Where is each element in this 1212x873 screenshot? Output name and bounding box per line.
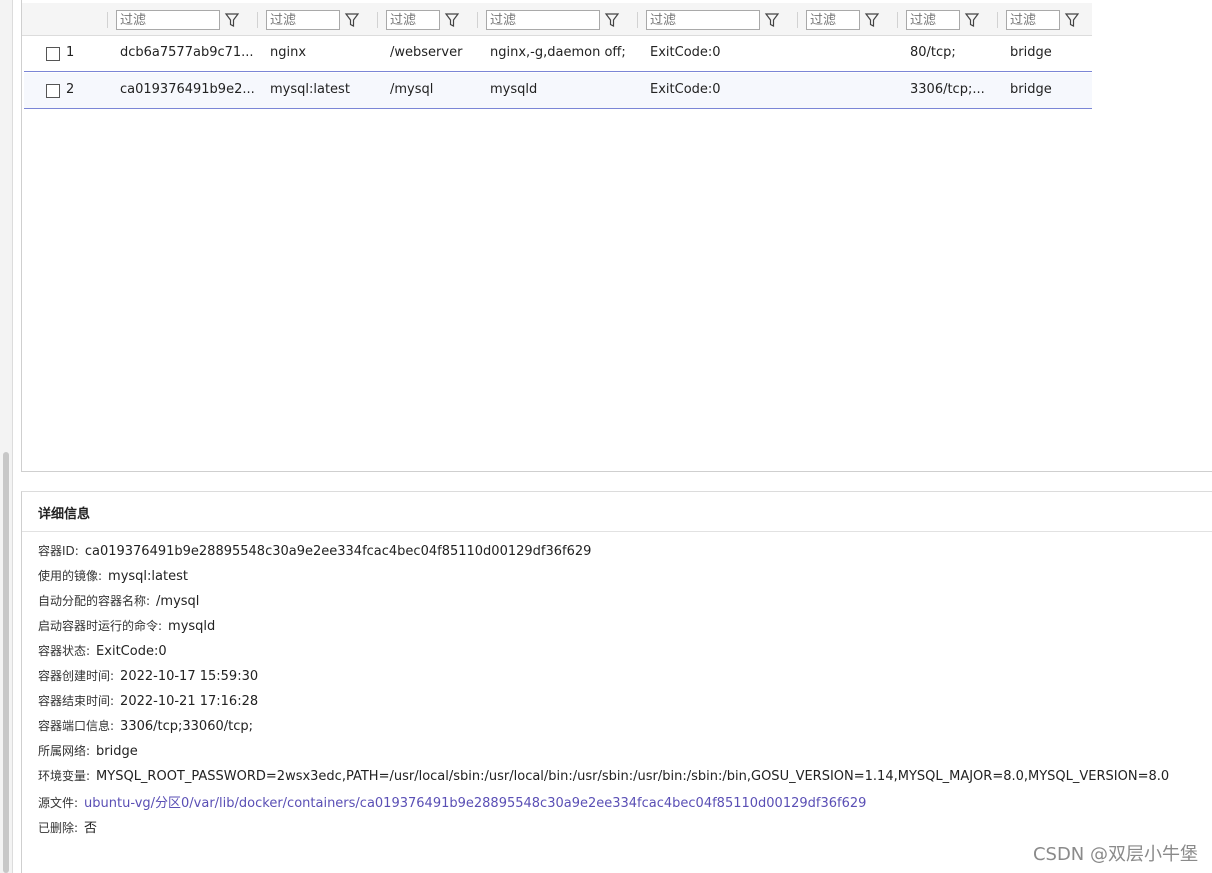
source-file-link[interactable]: ubuntu-vg/分区0/var/lib/docker/containers/…	[84, 796, 866, 811]
detail-value: MYSQL_ROOT_PASSWORD=2wsx3edc,PATH=/usr/l…	[96, 769, 1170, 784]
filter-funnel-icon[interactable]	[964, 12, 980, 28]
filter-funnel-icon[interactable]	[344, 12, 360, 28]
network-cell: bridge	[1010, 45, 1052, 60]
detail-label: 容器创建时间:	[38, 669, 115, 683]
filter-input-network[interactable]	[1006, 10, 1060, 30]
ports-cell: 3306/tcp;...	[910, 82, 985, 97]
column-separator	[377, 12, 378, 28]
filter-cell	[257, 10, 376, 30]
details-panel: 详细信息 容器ID: ca019376491b9e28895548c30a9e2e…	[21, 491, 1212, 873]
detail-row-name: 自动分配的容器名称: /mysql	[38, 592, 199, 609]
scrollbar-thumb[interactable]	[3, 452, 9, 873]
row-index: 1	[66, 45, 75, 60]
details-header: 详细信息	[22, 492, 1212, 532]
column-separator	[257, 12, 258, 28]
detail-label: 容器结束时间:	[38, 694, 115, 708]
row-checkbox[interactable]	[46, 84, 60, 98]
detail-row-ports: 容器端口信息: 3306/tcp;33060/tcp;	[38, 717, 253, 734]
command-cell: nginx,-g,daemon off;	[490, 45, 626, 60]
filter-cell	[997, 10, 1092, 30]
detail-row-image: 使用的镜像: mysql:latest	[38, 567, 188, 584]
filter-cell	[477, 10, 626, 30]
filter-input-name[interactable]	[386, 10, 440, 30]
detail-row-network: 所属网络: bridge	[38, 742, 138, 759]
details-title: 详细信息	[38, 507, 91, 522]
command-cell: mysqld	[490, 82, 538, 97]
table-row[interactable]: 2 ca019376491b9e2... mysql:latest /mysql…	[24, 73, 1092, 109]
filter-funnel-icon[interactable]	[604, 12, 620, 28]
detail-label: 环境变量:	[38, 769, 91, 783]
name-cell: /webserver	[390, 45, 463, 60]
detail-label: 容器状态:	[38, 644, 91, 658]
detail-row-deleted: 已删除: 否	[38, 817, 97, 836]
status-cell: ExitCode:0	[650, 82, 721, 97]
column-separator	[797, 12, 798, 28]
detail-value: 2022-10-21 17:16:28	[120, 694, 259, 709]
filter-input-column6[interactable]	[806, 10, 860, 30]
filter-funnel-icon[interactable]	[1064, 12, 1080, 28]
table-row[interactable]: 1 dcb6a7577ab9c71... nginx /webserver ng…	[24, 36, 1092, 72]
filter-cell	[797, 10, 896, 30]
filter-cell	[637, 10, 786, 30]
detail-row-finished: 容器结束时间: 2022-10-21 17:16:28	[38, 692, 258, 709]
image-cell: nginx	[270, 45, 307, 60]
detail-label: 自动分配的容器名称:	[38, 594, 151, 608]
detail-row-source: 源文件: ubuntu-vg/分区0/var/lib/docker/contain…	[38, 792, 866, 811]
detail-label: 所属网络:	[38, 744, 91, 758]
detail-value: 2022-10-17 15:59:30	[120, 669, 259, 684]
left-scrollbar[interactable]	[0, 0, 13, 873]
detail-value: bridge	[96, 744, 138, 759]
detail-row-container-id: 容器ID: ca019376491b9e28895548c30a9e2ee334f…	[38, 542, 591, 559]
container-id-cell: ca019376491b9e2...	[120, 82, 255, 97]
status-cell: ExitCode:0	[650, 45, 721, 60]
column-separator	[477, 12, 478, 28]
detail-value: mysqld	[168, 619, 216, 634]
image-cell: mysql:latest	[270, 82, 350, 97]
filter-cell	[897, 10, 996, 30]
row-checkbox[interactable]	[46, 47, 60, 61]
watermark: CSDN @双层小牛堡	[1032, 844, 1198, 865]
filter-input-ports[interactable]	[906, 10, 960, 30]
filter-funnel-icon[interactable]	[864, 12, 880, 28]
detail-row-command: 启动容器时运行的命令: mysqld	[38, 617, 215, 634]
column-separator	[997, 12, 998, 28]
detail-value: ca019376491b9e28895548c30a9e2ee334fcac4b…	[84, 544, 592, 559]
column-separator	[897, 12, 898, 28]
detail-value: 否	[84, 821, 98, 836]
network-cell: bridge	[1010, 82, 1052, 97]
detail-row-env: 环境变量: MYSQL_ROOT_PASSWORD=2wsx3edc,PATH=/…	[38, 767, 1212, 784]
name-cell: /mysql	[390, 82, 434, 97]
detail-value: ExitCode:0	[96, 644, 167, 659]
filter-funnel-icon[interactable]	[444, 12, 460, 28]
detail-label: 已删除:	[38, 821, 79, 835]
filter-funnel-icon[interactable]	[764, 12, 780, 28]
ports-cell: 80/tcp;	[910, 45, 956, 60]
detail-label: 容器端口信息:	[38, 719, 115, 733]
row-index: 2	[66, 82, 75, 97]
filter-cell	[107, 10, 241, 30]
column-separator	[637, 12, 638, 28]
filter-cell	[377, 10, 476, 30]
detail-value: 3306/tcp;33060/tcp;	[120, 719, 253, 734]
detail-value: /mysql	[156, 594, 200, 609]
detail-row-created: 容器创建时间: 2022-10-17 15:59:30	[38, 667, 258, 684]
filter-input-command[interactable]	[486, 10, 600, 30]
detail-row-status: 容器状态: ExitCode:0	[38, 642, 167, 659]
container-table: 1 dcb6a7577ab9c71... nginx /webserver ng…	[21, 0, 1212, 472]
filter-input-status[interactable]	[646, 10, 760, 30]
detail-label: 容器ID:	[38, 544, 79, 558]
filter-input-image[interactable]	[266, 10, 340, 30]
detail-label: 源文件:	[38, 796, 79, 810]
container-id-cell: dcb6a7577ab9c71...	[120, 45, 254, 60]
detail-label: 启动容器时运行的命令:	[38, 619, 163, 633]
detail-label: 使用的镜像:	[38, 569, 103, 583]
filter-row	[22, 3, 1092, 36]
filter-funnel-icon[interactable]	[224, 12, 240, 28]
column-separator	[107, 12, 108, 28]
filter-input-id[interactable]	[116, 10, 220, 30]
detail-value: mysql:latest	[108, 569, 188, 584]
